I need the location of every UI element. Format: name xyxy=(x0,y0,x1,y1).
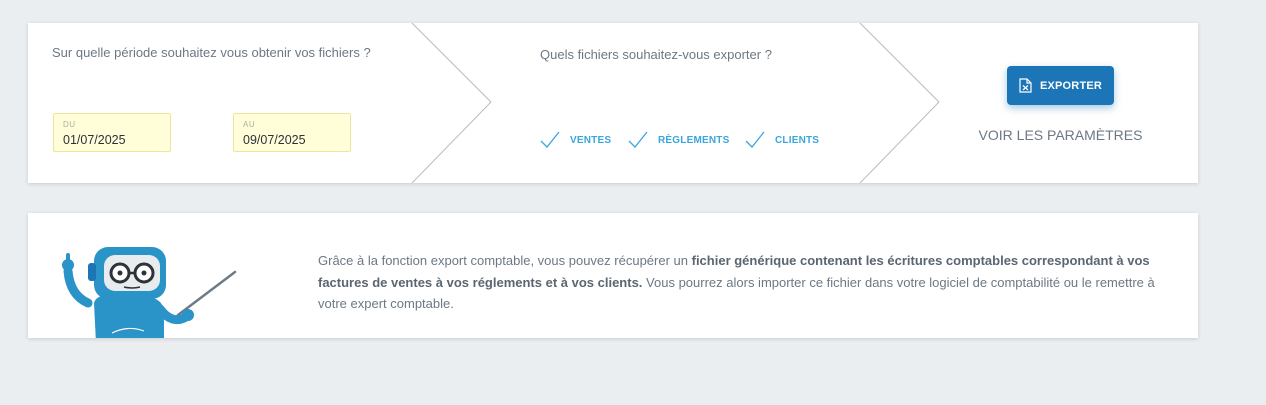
view-settings-link[interactable]: VOIR LES PARAMÈTRES xyxy=(968,127,1153,143)
export-button[interactable]: EXPORTER xyxy=(1007,66,1114,105)
date-to-label: AU xyxy=(243,120,256,129)
export-button-label: EXPORTER xyxy=(1039,79,1103,92)
date-from-label: DU xyxy=(63,120,76,129)
option-reglements-label: RÈGLEMENTS xyxy=(658,134,730,146)
date-from-value[interactable]: 01/07/2025 xyxy=(63,133,126,147)
info-text-part1: Grâce à la fonction export comptable, vo… xyxy=(318,253,692,268)
check-icon xyxy=(745,131,765,148)
step-separator-2 xyxy=(859,23,940,183)
date-from-field[interactable]: DU 01/07/2025 xyxy=(53,113,171,152)
info-description: Grâce à la fonction export comptable, vo… xyxy=(318,250,1178,315)
option-ventes-label: VENTES xyxy=(570,134,612,146)
option-reglements[interactable]: RÈGLEMENTS xyxy=(628,131,729,149)
period-question: Sur quelle période souhaitez vous obteni… xyxy=(52,45,371,60)
files-question: Quels fichiers souhaitez-vous exporter ? xyxy=(540,47,772,62)
export-settings-card: Sur quelle période souhaitez vous obteni… xyxy=(28,23,1198,183)
excel-file-icon xyxy=(1019,78,1032,93)
option-ventes[interactable]: VENTES xyxy=(540,131,611,149)
option-clients[interactable]: CLIENTS xyxy=(745,131,819,149)
check-icon xyxy=(628,131,648,148)
check-icon xyxy=(540,131,560,148)
info-card: Grâce à la fonction export comptable, vo… xyxy=(28,213,1198,338)
step-separator-1 xyxy=(411,23,492,183)
date-to-field[interactable]: AU 09/07/2025 xyxy=(233,113,351,152)
option-clients-label: CLIENTS xyxy=(775,134,820,146)
date-to-value[interactable]: 09/07/2025 xyxy=(243,133,306,147)
robot-mascot-illustration xyxy=(62,247,237,338)
